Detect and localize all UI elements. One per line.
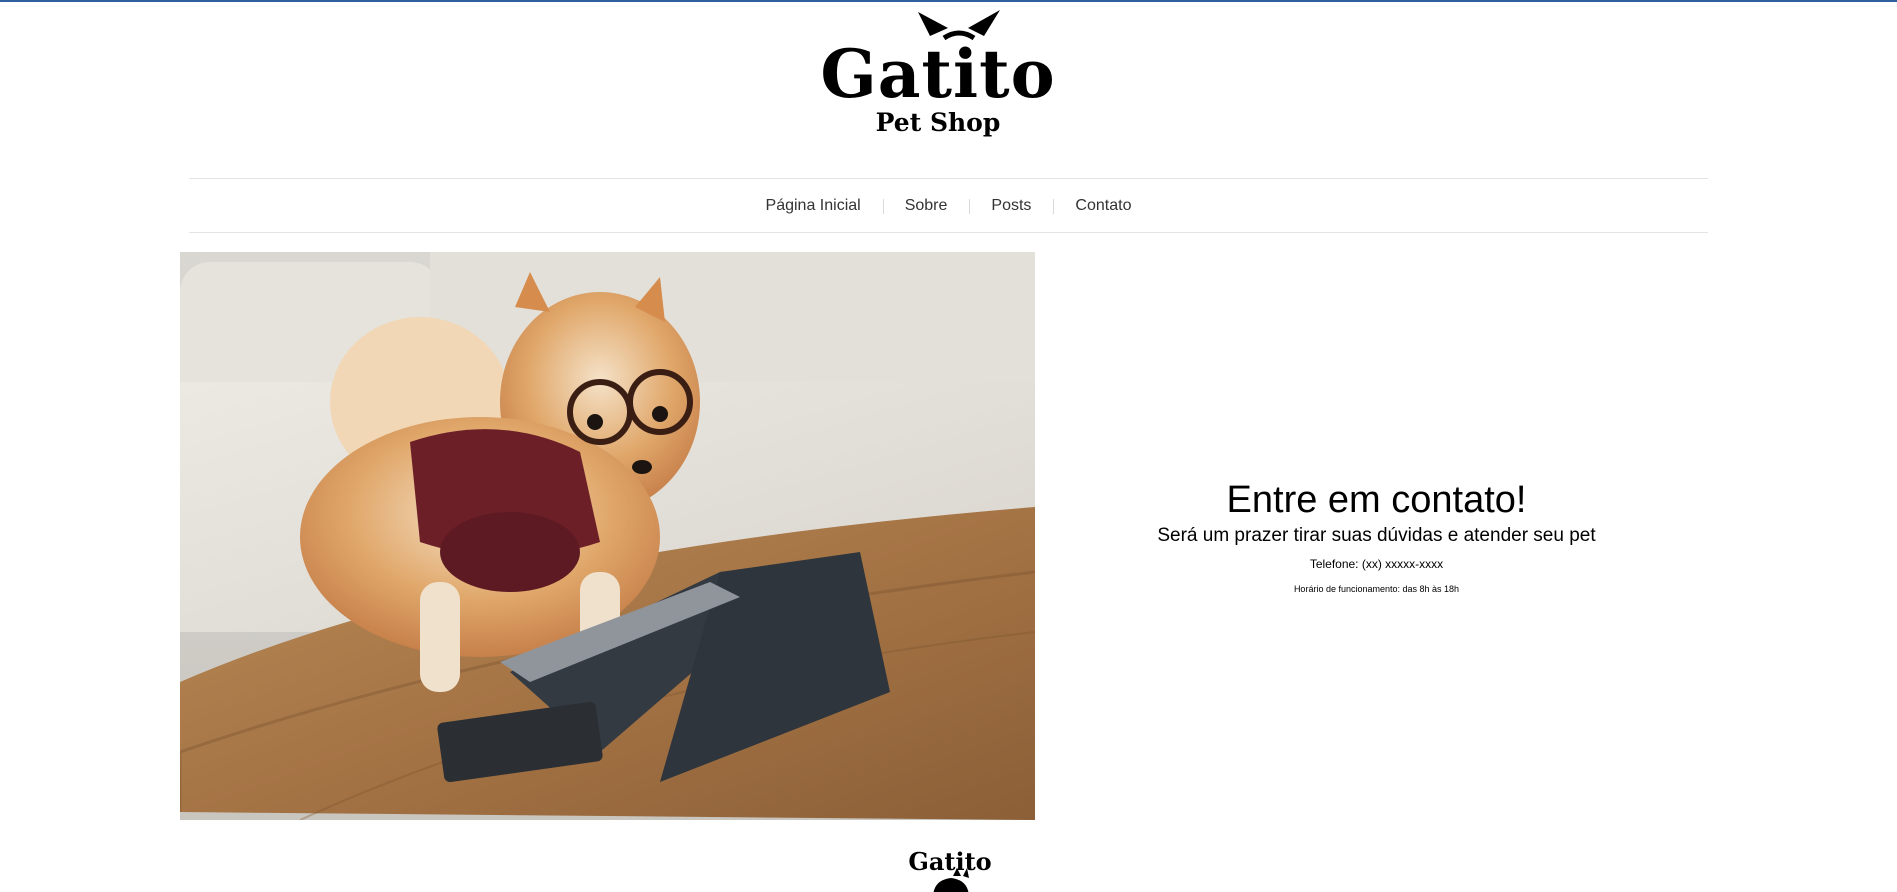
nav-item-home[interactable]: Página Inicial (744, 197, 883, 215)
contact-title: Entre em contato! (1226, 479, 1527, 521)
logo-wordmark: Gatito (820, 35, 1056, 113)
logo-tagline: Pet Shop (875, 108, 1001, 137)
contact-phone: Telefone: (xx) xxxxx-xxxx (1309, 557, 1444, 571)
gatito-logo[interactable]: Gatito Pet Shop (806, 6, 1070, 140)
nav-item-about[interactable]: Sobre (882, 197, 970, 215)
contact-section: Entre em contato! Será um prazer tirar s… (1035, 252, 1718, 820)
nav-item-contact[interactable]: Contato (1053, 197, 1153, 215)
cat-silhouette-icon (933, 868, 969, 892)
main-nav: Página Inicial Sobre Posts Contato (189, 178, 1708, 233)
hero-image-dog-with-tablet (180, 252, 1035, 820)
contact-subtitle: Será um prazer tirar suas dúvidas e aten… (1157, 525, 1596, 546)
top-border (0, 0, 1897, 2)
nav-item-posts[interactable]: Posts (969, 197, 1053, 215)
footer-logo[interactable]: Gatito (905, 846, 995, 892)
contact-hours: Horário de funcionamento: das 8h às 18h (1293, 584, 1460, 594)
